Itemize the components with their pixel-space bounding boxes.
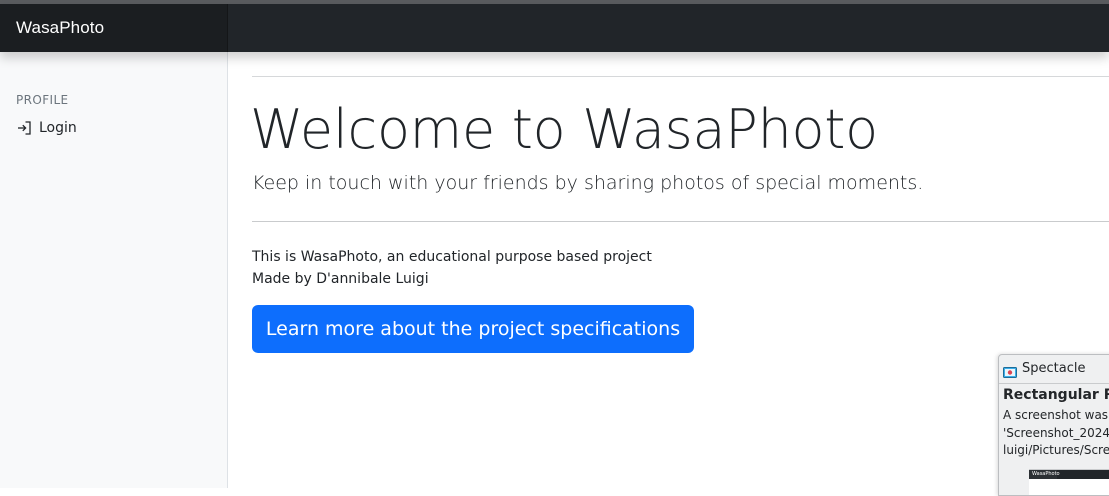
notification-body-line: 'Screenshot_2024 <box>1003 425 1109 440</box>
notification-title: Rectangular Re <box>1003 387 1109 403</box>
learn-more-button[interactable]: Learn more about the project specificati… <box>252 305 694 353</box>
notification-thumbnail[interactable]: WasaPhoto <box>1029 469 1109 495</box>
spectacle-app-icon <box>1003 363 1017 378</box>
notification-header: Spectacle <box>999 355 1109 384</box>
sidebar-item-login[interactable]: Login <box>16 120 77 136</box>
sidebar: PROFILE Login <box>0 52 228 488</box>
notification-body-line: A screenshot was <box>1003 408 1109 422</box>
thumbnail-brand-text: WasaPhoto <box>1032 471 1060 477</box>
divider-top <box>252 76 1109 77</box>
main-content: Welcome to WasaPhoto Keep in touch with … <box>250 52 1109 488</box>
spectacle-notification[interactable]: Spectacle Rectangular Re A screenshot wa… <box>998 354 1109 496</box>
login-icon <box>16 120 33 136</box>
sidebar-item-label: Login <box>39 120 77 136</box>
description-line-2: Made by D'annibale Luigi <box>252 271 429 287</box>
notification-body: A screenshot was 'Screenshot_2024 luigi/… <box>1003 407 1109 460</box>
top-navbar: WasaPhoto <box>0 4 1109 52</box>
description-line-1: This is WasaPhoto, an educational purpos… <box>252 249 652 265</box>
brand-label[interactable]: WasaPhoto <box>16 18 104 38</box>
notification-app-name: Spectacle <box>1022 361 1086 376</box>
lead-text: Keep in touch with your friends by shari… <box>252 172 924 194</box>
thumbnail-brand-block: WasaPhoto <box>1029 470 1060 479</box>
notification-body-line: luigi/Pictures/Scre <box>1003 443 1109 457</box>
sidebar-heading-profile: PROFILE <box>16 93 69 107</box>
divider-middle <box>252 221 1109 222</box>
navbar-brand[interactable]: WasaPhoto <box>0 4 228 52</box>
page-title: Welcome to WasaPhoto <box>250 98 878 161</box>
